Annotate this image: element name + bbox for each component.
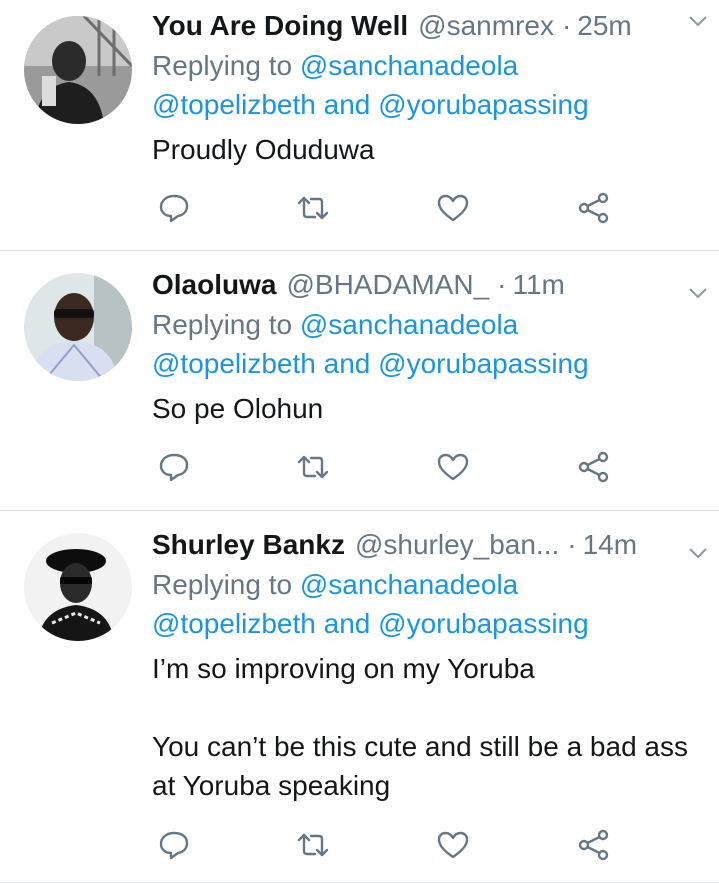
- mention-link[interactable]: @yorubapassing: [378, 348, 589, 379]
- mention-link[interactable]: @yorubapassing: [378, 89, 589, 120]
- replying-to: Replying to @sanchanadeola @topelizbeth …: [152, 565, 699, 643]
- and-label: and: [315, 348, 379, 379]
- tweet-text: I’m so improving on my Yoruba You can’t …: [152, 653, 688, 801]
- separator-dot: ·: [497, 269, 507, 300]
- chevron-down-icon[interactable]: [687, 542, 709, 564]
- mention-link[interactable]: @sanchanadeola: [300, 309, 518, 340]
- mention-link[interactable]: @topelizbeth: [152, 89, 316, 120]
- mention-link[interactable]: @topelizbeth: [152, 608, 316, 639]
- tweet-header: Shurley Bankz @shurley_ban... · 14m: [152, 525, 699, 565]
- tweet[interactable]: Olaoluwa @BHADAMAN_ · 11m Replying to @s…: [0, 251, 719, 511]
- replying-label: Replying to: [152, 569, 300, 600]
- replying-label: Replying to: [152, 50, 300, 81]
- retweet-icon[interactable]: [295, 190, 335, 230]
- avatar[interactable]: [24, 16, 132, 124]
- reply-icon[interactable]: [156, 449, 196, 489]
- mention-link[interactable]: @topelizbeth: [152, 348, 316, 379]
- display-name[interactable]: You Are Doing Well: [152, 10, 408, 42]
- reply-icon[interactable]: [156, 190, 196, 230]
- share-icon[interactable]: [576, 190, 616, 230]
- and-label: and: [315, 608, 379, 639]
- user-handle[interactable]: @shurley_ban...: [355, 529, 559, 561]
- separator-dot: ·: [561, 10, 572, 41]
- avatar[interactable]: [24, 533, 132, 641]
- tweet-header: You Are Doing Well @sanmrex · 25m: [152, 6, 699, 46]
- like-icon[interactable]: [435, 190, 475, 230]
- replying-to: Replying to @sanchanadeola @topelizbeth …: [152, 305, 699, 383]
- mention-link[interactable]: @sanchanadeola: [300, 50, 518, 81]
- chevron-down-icon[interactable]: [687, 10, 709, 32]
- tweet-text: So pe Olohun: [152, 393, 324, 424]
- like-icon[interactable]: [435, 449, 475, 489]
- user-handle[interactable]: @sanmrex: [418, 10, 554, 42]
- tweet-text: Proudly Oduduwa: [152, 134, 375, 165]
- separator-dot: ·: [567, 529, 577, 560]
- replying-label: Replying to: [152, 309, 300, 340]
- tweet-actions: [152, 190, 632, 230]
- mention-link[interactable]: @yorubapassing: [378, 608, 589, 639]
- tweet[interactable]: Shurley Bankz @shurley_ban... · 14m Repl…: [0, 511, 719, 883]
- replying-to: Replying to @sanchanadeola @topelizbeth …: [152, 46, 699, 124]
- timestamp[interactable]: 25m: [577, 10, 631, 42]
- chevron-down-icon[interactable]: [687, 282, 709, 304]
- display-name[interactable]: Olaoluwa: [152, 269, 276, 301]
- like-icon[interactable]: [435, 827, 475, 867]
- tweet-actions: [152, 449, 632, 489]
- retweet-icon[interactable]: [295, 827, 335, 867]
- mention-link[interactable]: @sanchanadeola: [300, 569, 518, 600]
- display-name[interactable]: Shurley Bankz: [152, 529, 345, 561]
- and-label: and: [315, 89, 379, 120]
- user-handle[interactable]: @BHADAMAN_: [286, 269, 489, 301]
- avatar[interactable]: [24, 273, 132, 381]
- tweet-header: Olaoluwa @BHADAMAN_ · 11m: [152, 265, 699, 305]
- tweet[interactable]: You Are Doing Well @sanmrex · 25m Replyi…: [0, 0, 719, 251]
- share-icon[interactable]: [576, 827, 616, 867]
- share-icon[interactable]: [576, 449, 616, 489]
- tweet-actions: [152, 827, 632, 867]
- timestamp[interactable]: 11m: [512, 269, 564, 301]
- timestamp[interactable]: 14m: [583, 529, 637, 561]
- reply-icon[interactable]: [156, 827, 196, 867]
- retweet-icon[interactable]: [295, 449, 335, 489]
